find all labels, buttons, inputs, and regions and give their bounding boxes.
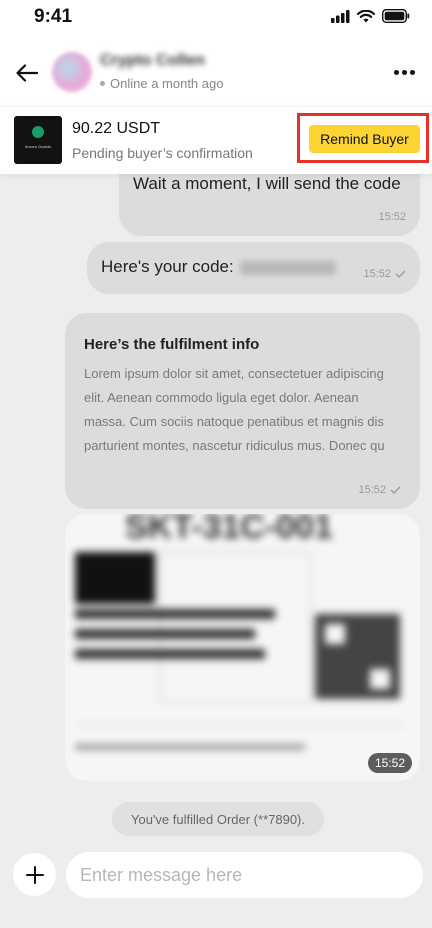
presence-text: Online a month ago bbox=[110, 76, 224, 91]
checkmark-icon bbox=[395, 270, 406, 278]
contact-name: Crypto Collen bbox=[100, 52, 205, 69]
avatar[interactable] bbox=[52, 52, 92, 92]
image-message[interactable]: SKT-31C-001 15:52 bbox=[65, 514, 420, 781]
order-status: Pending buyer’s confirmation bbox=[72, 145, 253, 161]
chat-header: Crypto Collen Online a month ago bbox=[0, 40, 432, 106]
message-text: Here's your code: bbox=[101, 253, 336, 281]
message-text: Wait a moment, I will send the code bbox=[133, 174, 401, 193]
message-time-text: 15:52 bbox=[363, 268, 391, 280]
more-dot-icon bbox=[393, 69, 399, 75]
message-time-text: 15:52 bbox=[358, 484, 386, 496]
arrow-left-icon bbox=[16, 64, 38, 82]
more-options-button[interactable] bbox=[390, 60, 418, 84]
order-amount: 90.22 USDT bbox=[72, 120, 161, 137]
presence-status: Online a month ago bbox=[100, 76, 223, 91]
plus-icon bbox=[25, 865, 44, 884]
remind-buyer-button[interactable]: Remind Buyer bbox=[309, 125, 420, 153]
message-bubble[interactable]: Here's your code: 15:52 bbox=[87, 242, 420, 294]
message-time: 15:52 bbox=[363, 268, 406, 280]
message-input[interactable] bbox=[66, 852, 423, 898]
redacted-code bbox=[239, 260, 336, 275]
more-dot-icon bbox=[409, 69, 415, 75]
status-bar: 9:41 bbox=[0, 0, 432, 40]
checkmark-icon bbox=[390, 486, 401, 494]
message-time: 15:52 bbox=[358, 484, 401, 496]
product-thumbnail: Aurora Guards bbox=[14, 116, 62, 164]
message-text-label: Here's your code: bbox=[101, 257, 234, 276]
image-time: 15:52 bbox=[367, 753, 412, 773]
cellular-signal-icon bbox=[331, 9, 350, 28]
back-button[interactable] bbox=[14, 60, 40, 86]
remind-highlight-frame: Remind Buyer bbox=[297, 113, 429, 163]
system-message: You've fulfilled Order (**7890). bbox=[112, 802, 324, 836]
receipt-heading: SKT-31C-001 bbox=[125, 514, 333, 546]
message-time-text: 15:52 bbox=[378, 211, 406, 223]
attach-button[interactable] bbox=[13, 853, 56, 896]
thumbnail-caption: Aurora Guards bbox=[24, 144, 52, 149]
fulfilment-info-title: Here’s the fulfilment info bbox=[84, 336, 260, 353]
wifi-icon bbox=[356, 9, 376, 28]
order-summary-bar: Aurora Guards 90.22 USDT Pending buyer’s… bbox=[0, 106, 432, 174]
coin-icon bbox=[32, 126, 44, 138]
presence-dot-icon bbox=[100, 81, 105, 86]
status-icons bbox=[331, 8, 410, 28]
battery-icon bbox=[381, 8, 410, 28]
message-time: 15:52 bbox=[378, 211, 406, 223]
fulfilment-info-body: Lorem ipsum dolor sit amet, consectetuer… bbox=[84, 366, 385, 453]
blurred-receipt-image: SKT-31C-001 bbox=[65, 514, 420, 781]
fulfilment-info-bubble[interactable]: Here’s the fulfilment info Lorem ipsum d… bbox=[65, 313, 420, 509]
status-time: 9:41 bbox=[34, 6, 73, 27]
more-dot-icon bbox=[401, 69, 407, 75]
